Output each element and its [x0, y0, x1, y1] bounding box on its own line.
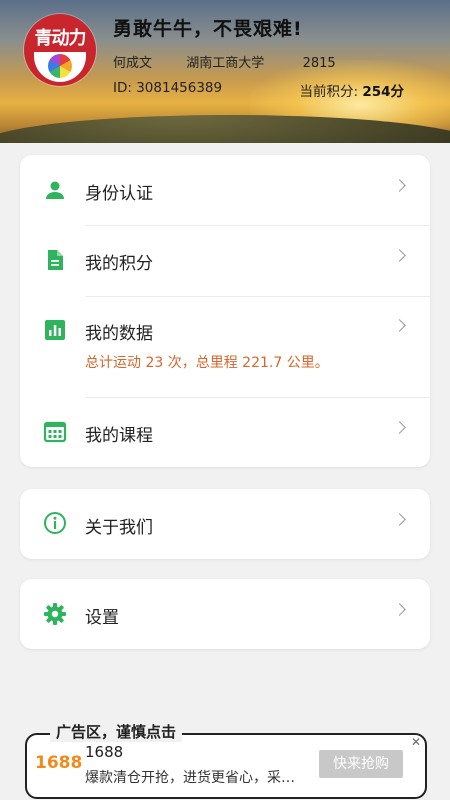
menu-label-identity: 身份认证: [85, 184, 153, 204]
calendar-grid-icon: [43, 421, 67, 443]
ad-banner[interactable]: 1688 1688 爆款清仓开抢，进货更省心，采购更划算 快来抢购 ✕: [25, 733, 427, 799]
ad-title: 1688: [85, 743, 124, 761]
profile-points: 当前积分: 254分: [299, 80, 404, 100]
pinwheel-icon: [48, 54, 72, 78]
menu-card-main: 身份认证 我的积分 我的数据 总计运动 23 次，总里程 221.7 公里。 我…: [20, 155, 430, 467]
profile-school: 湖南工商大学: [186, 56, 265, 71]
profile-id: ID: 3081456389: [113, 80, 223, 96]
gear-icon: [44, 603, 66, 625]
my-data-summary: 总计运动 23 次，总里程 221.7 公里。: [85, 355, 329, 371]
profile-name: 何成文: [113, 56, 153, 71]
profile-number: 2815: [302, 56, 336, 71]
chevron-right-icon: [393, 179, 406, 192]
menu-label-my-points: 我的积分: [85, 254, 153, 274]
profile-info-row: 何成文 湖南工商大学 2815: [113, 52, 336, 71]
menu-item-my-data[interactable]: 我的数据 总计运动 23 次，总里程 221.7 公里。: [20, 295, 430, 397]
profile-header: 青动力 勇敢牛牛，不畏艰难! 何成文 湖南工商大学 2815 ID: 30814…: [0, 0, 450, 143]
bar-chart-icon: [45, 320, 65, 340]
ad-description: 爆款清仓开抢，进货更省心，采购更划算: [85, 770, 305, 786]
menu-item-my-courses[interactable]: 我的课程: [20, 397, 430, 467]
menu-item-my-points[interactable]: 我的积分: [20, 225, 430, 295]
menu-label-about-us: 关于我们: [85, 518, 153, 538]
points-label: 当前积分:: [299, 84, 359, 100]
avatar-logo-text: 青动力: [34, 28, 87, 49]
ad-logo: 1688: [35, 753, 83, 773]
close-icon[interactable]: ✕: [411, 735, 421, 749]
menu-item-settings[interactable]: 设置: [20, 579, 430, 649]
person-icon: [46, 181, 64, 199]
menu-item-identity[interactable]: 身份认证: [20, 155, 430, 225]
menu-card-settings: 设置: [20, 579, 430, 649]
profile-slogan: 勇敢牛牛，不畏艰难!: [113, 18, 303, 40]
chevron-right-icon: [393, 603, 406, 616]
chevron-right-icon: [393, 421, 406, 434]
avatar[interactable]: 青动力: [24, 14, 96, 86]
ad-cta-button[interactable]: 快来抢购: [319, 750, 403, 778]
points-value: 254分: [362, 84, 404, 100]
menu-item-about-us[interactable]: 关于我们: [20, 489, 430, 559]
chevron-right-icon: [393, 513, 406, 526]
menu-card-about: 关于我们: [20, 489, 430, 559]
menu-label-settings: 设置: [85, 608, 119, 628]
ad-tag-label: 广告区，谨慎点击: [50, 721, 183, 742]
menu-label-my-courses: 我的课程: [85, 426, 153, 446]
document-icon: [48, 250, 63, 270]
info-icon: [44, 512, 66, 534]
chevron-right-icon: [393, 319, 406, 332]
chevron-right-icon: [393, 249, 406, 262]
menu-label-my-data: 我的数据: [85, 324, 153, 344]
